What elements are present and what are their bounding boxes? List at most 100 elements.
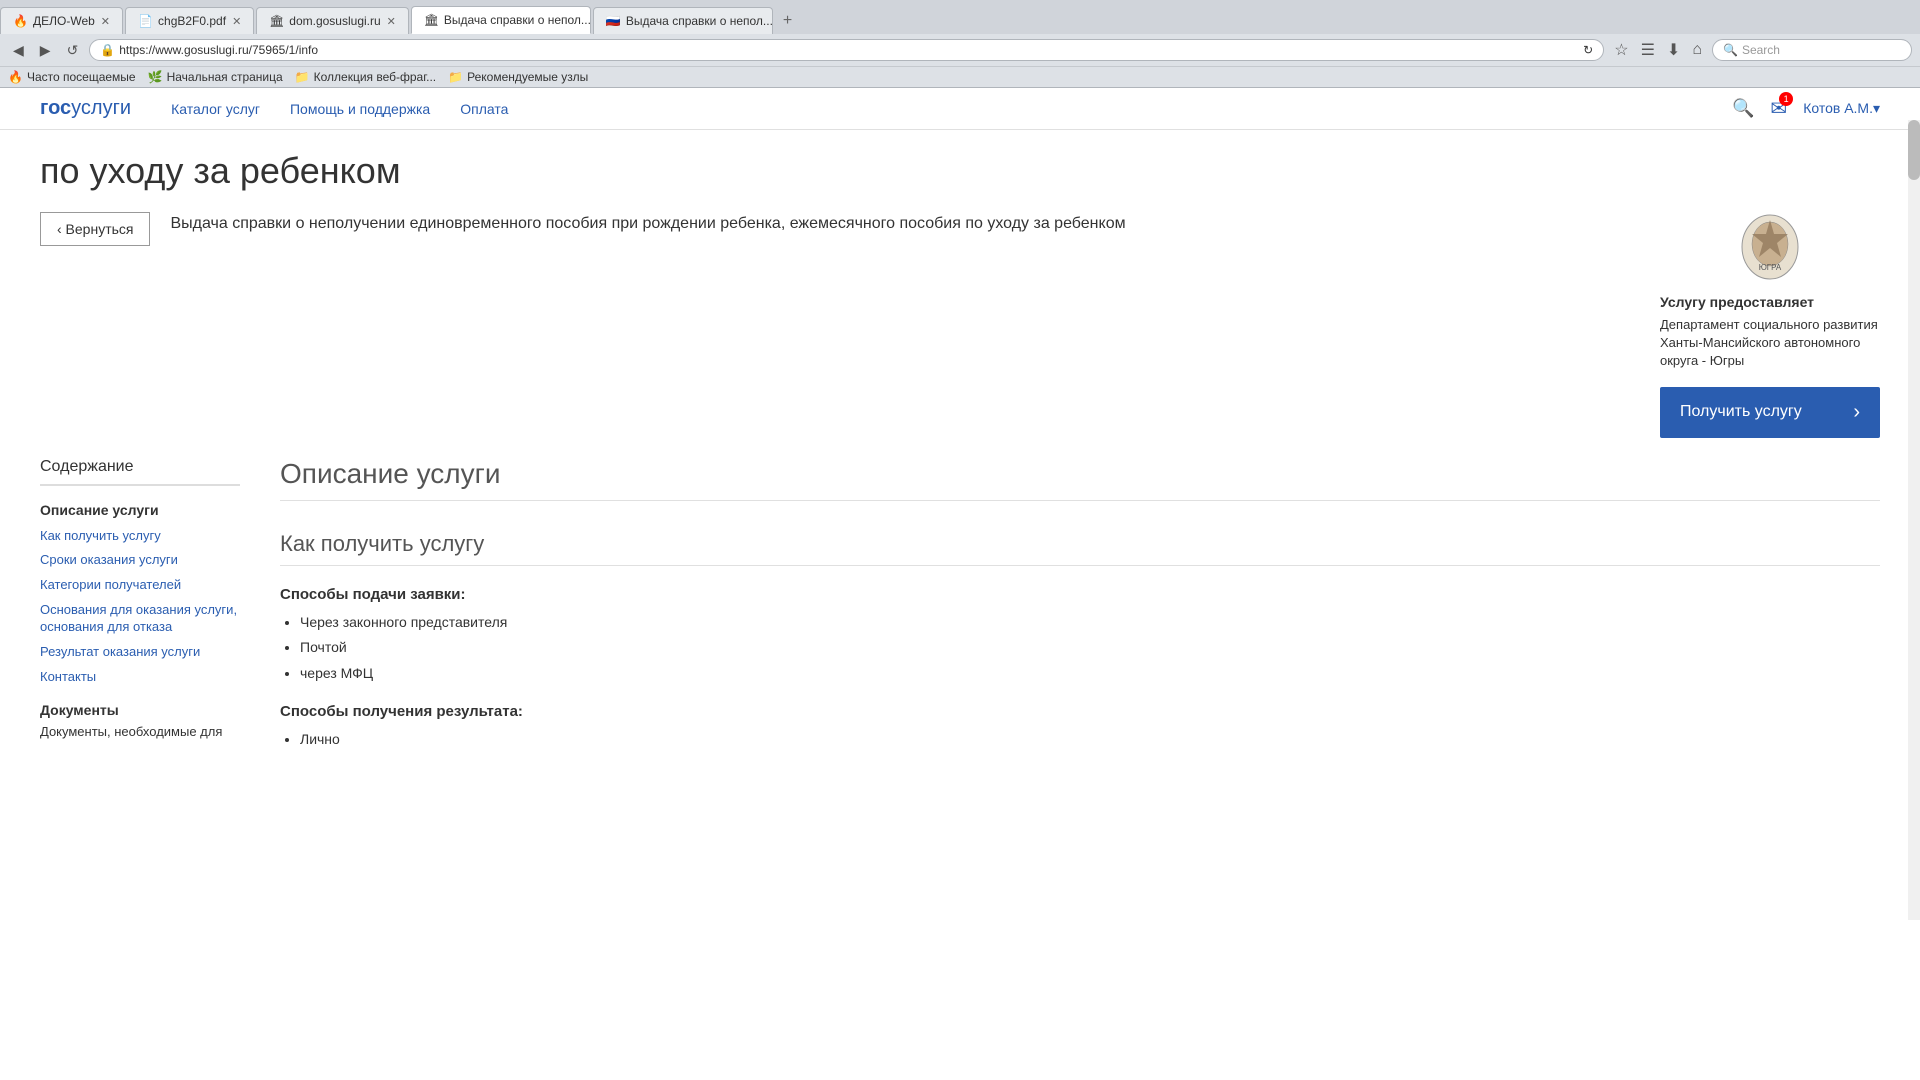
bookmark-collection[interactable]: 📁 Коллекция веб-фраг... [295, 70, 436, 84]
sidebar-docs-title: Документы [40, 702, 240, 718]
get-service-button[interactable]: Получить услугу › [1660, 387, 1880, 438]
way-item-1: Через законного представителя [300, 613, 1880, 633]
main-section: Описание услуги Как получить услугу Спос… [280, 458, 1880, 770]
result-label: Способы получения результата: [280, 703, 1880, 720]
forward-nav-button[interactable]: ▶ [35, 40, 56, 61]
main-content: ‹ Вернуться Выдача справки о неполучении… [0, 192, 1920, 458]
refresh-button[interactable]: ↺ [62, 40, 84, 61]
notification-count: 1 [1779, 92, 1793, 106]
bookmark-icon-frequent: 🔥 [8, 70, 23, 84]
bookmark-frequent[interactable]: 🔥 Часто посещаемые [8, 70, 136, 84]
way-item-3: через МФЦ [300, 664, 1880, 684]
bookmark-home[interactable]: 🌿 Начальная страница [148, 70, 283, 84]
address-bar-row: ◀ ▶ ↺ 🔒 https://www.gosuslugi.ru/75965/1… [0, 34, 1920, 66]
user-badge: ✉ 1 [1770, 96, 1787, 121]
tab-active[interactable]: 🏛 Выдача справки о непол... ✕ [411, 6, 591, 34]
tab-label-ru: Выдача справки о непол... [626, 14, 773, 28]
tab-label-delo: ДЕЛО-Web [33, 14, 95, 28]
new-tab-button[interactable]: + [775, 8, 800, 34]
main-nav: Каталог услуг Помощь и поддержка Оплата [171, 101, 508, 117]
search-bar[interactable]: 🔍 Search [1712, 39, 1912, 61]
tab-close-dom[interactable]: ✕ [387, 15, 396, 28]
subsection-heading: Как получить услугу [280, 531, 1880, 566]
bookmark-label-home: Начальная страница [167, 70, 283, 84]
page-title: по уходу за ребенком [40, 150, 1880, 192]
bookmark-icon-collection: 📁 [295, 70, 310, 84]
ways-label: Способы подачи заявки: [280, 586, 1880, 603]
url-display: https://www.gosuslugi.ru/75965/1/info [119, 43, 1579, 57]
get-service-label: Получить услугу [1680, 403, 1802, 421]
bookmark-label-frequent: Часто посещаемые [27, 70, 136, 84]
read-icon[interactable]: ☰ [1637, 38, 1659, 62]
provider-name: Департамент социального развития Ханты-М… [1660, 316, 1880, 371]
sidebar-section-title: Описание услуги [40, 502, 240, 518]
way-item-2: Почтой [300, 638, 1880, 658]
header-search-icon[interactable]: 🔍 [1732, 98, 1754, 119]
sidebar-title: Содержание [40, 458, 240, 486]
page-scrollbar[interactable] [1908, 120, 1920, 920]
scrollbar-thumb[interactable] [1908, 120, 1920, 180]
tab-close-delo[interactable]: ✕ [101, 15, 110, 28]
lock-icon: 🔒 [100, 43, 115, 57]
svg-text:ЮГРА: ЮГРА [1759, 263, 1782, 272]
provider-label: Услугу предоставляет [1660, 294, 1880, 310]
tab-pdf[interactable]: 📄 chgB2F0.pdf ✕ [125, 7, 254, 34]
sidebar-link-terms[interactable]: Сроки оказания услуги [40, 552, 240, 569]
tab-label-active: Выдача справки о непол... [444, 13, 591, 27]
section-heading: Описание услуги [280, 458, 1880, 501]
sidebar-link-categories[interactable]: Категории получателей [40, 577, 240, 594]
result-item-1: Лично [300, 730, 1880, 750]
tab-favicon-dom: 🏛 [269, 14, 283, 28]
sidebar-link-how[interactable]: Как получить услугу [40, 528, 240, 545]
nav-help[interactable]: Помощь и поддержка [290, 101, 430, 117]
refresh-icon-small: ↻ [1583, 43, 1593, 57]
star-icon[interactable]: ☆ [1610, 38, 1632, 62]
site-header: госуслуги Каталог услуг Помощь и поддерж… [0, 88, 1920, 130]
logo-gos: гос [40, 97, 71, 119]
bookmark-recommended[interactable]: 📁 Рекомендуемые узлы [448, 70, 588, 84]
page: госуслуги Каталог услуг Помощь и поддерж… [0, 88, 1920, 1048]
back-section: ‹ Вернуться Выдача справки о неполучении… [40, 212, 1620, 246]
left-panel: ‹ Вернуться Выдача справки о неполучении… [40, 212, 1620, 438]
bookmark-icon-home: 🌿 [148, 70, 163, 84]
get-service-arrow-icon: › [1853, 401, 1860, 424]
tab-favicon-pdf: 📄 [138, 14, 152, 28]
service-title: Выдача справки о неполучении единовремен… [170, 212, 1125, 236]
user-name[interactable]: Котов А.М.▾ [1803, 100, 1880, 117]
tab-bar: 🔥 ДЕЛО-Web ✕ 📄 chgB2F0.pdf ✕ 🏛 dom.gosus… [0, 0, 1920, 34]
back-nav-button[interactable]: ◀ [8, 40, 29, 61]
address-bar[interactable]: 🔒 https://www.gosuslugi.ru/75965/1/info … [89, 39, 1604, 61]
tab-label-dom: dom.gosuslugi.ru [289, 14, 380, 28]
tab-delo[interactable]: 🔥 ДЕЛО-Web ✕ [0, 7, 123, 34]
content-area: Содержание Описание услуги Как получить … [0, 458, 1920, 810]
bookmark-icon-recommended: 📁 [448, 70, 463, 84]
page-title-area: по уходу за ребенком [0, 130, 1920, 192]
result-list: Лично [280, 730, 1880, 750]
tab-label-pdf: chgB2F0.pdf [158, 14, 226, 28]
download-icon[interactable]: ⬇ [1663, 38, 1684, 62]
sidebar-link-contacts[interactable]: Контакты [40, 669, 240, 686]
logo-uslugi: услуги [71, 97, 131, 119]
coat-of-arms-icon: ЮГРА [1740, 212, 1800, 282]
provider-logo: ЮГРА [1660, 212, 1880, 282]
sidebar: Содержание Описание услуги Как получить … [40, 458, 240, 770]
toolbar-icons: ☆ ☰ ⬇ ⌂ [1610, 38, 1706, 62]
tab-favicon-active: 🏛 [424, 13, 438, 27]
tab-favicon-delo: 🔥 [13, 14, 27, 28]
bookmark-label-recommended: Рекомендуемые узлы [467, 70, 588, 84]
sidebar-docs-sub: Документы, необходимые для [40, 724, 240, 741]
nav-catalog[interactable]: Каталог услуг [171, 101, 260, 117]
right-panel: ЮГРА Услугу предоставляет Департамент со… [1660, 212, 1880, 438]
tab-close-pdf[interactable]: ✕ [232, 15, 241, 28]
tab-favicon-ru: 🇷🇺 [606, 14, 620, 28]
back-button[interactable]: ‹ Вернуться [40, 212, 150, 246]
sidebar-link-grounds[interactable]: Основания для оказания услуги, основания… [40, 602, 240, 636]
nav-payment[interactable]: Оплата [460, 101, 508, 117]
bookmarks-bar: 🔥 Часто посещаемые 🌿 Начальная страница … [0, 66, 1920, 87]
site-logo[interactable]: госуслуги [40, 97, 131, 120]
sidebar-link-result[interactable]: Результат оказания услуги [40, 644, 240, 661]
search-placeholder: Search [1742, 43, 1780, 57]
tab-dom[interactable]: 🏛 dom.gosuslugi.ru ✕ [256, 7, 409, 34]
home-icon[interactable]: ⌂ [1688, 39, 1706, 61]
tab-ru[interactable]: 🇷🇺 Выдача справки о непол... ✕ [593, 7, 773, 34]
